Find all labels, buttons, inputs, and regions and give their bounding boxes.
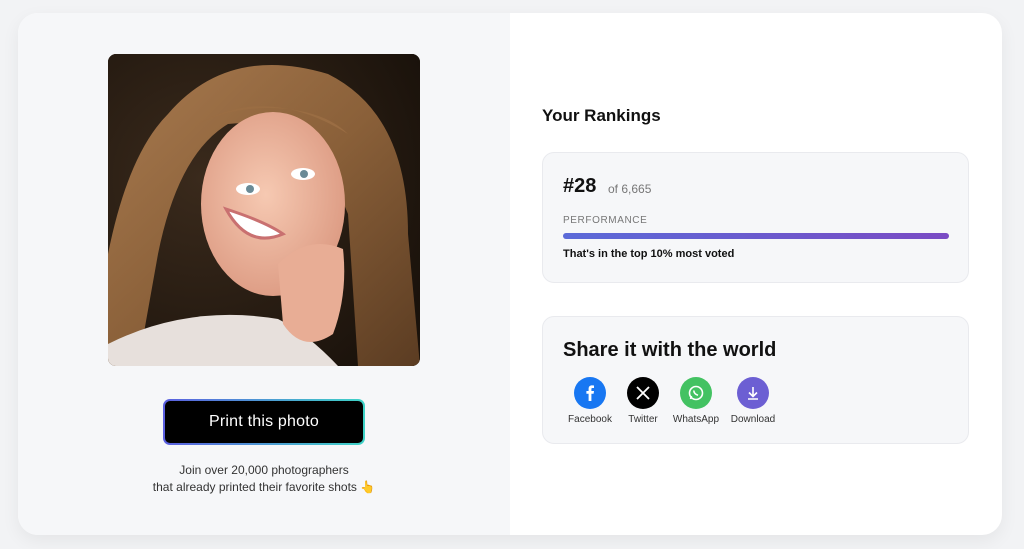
facebook-icon[interactable] <box>574 377 606 409</box>
rank-number: #28 <box>563 175 597 197</box>
share-facebook[interactable]: Facebook <box>560 377 620 425</box>
share-label-facebook: Facebook <box>568 414 612 425</box>
performance-bar-fill <box>563 233 949 239</box>
rankings-title: Your Rankings <box>542 106 661 125</box>
rank-total: of 6,665 <box>608 182 652 196</box>
download-icon[interactable] <box>737 377 769 409</box>
print-photo-button[interactable]: Print this photo <box>163 399 365 445</box>
join-text-line1: Join over 20,000 photographers <box>179 463 349 477</box>
performance-label: PERFORMANCE <box>563 215 648 226</box>
photo <box>108 54 420 366</box>
performance-bar <box>563 233 949 239</box>
performance-summary: That's in the top 10% most voted <box>563 248 735 260</box>
share-label-download: Download <box>730 414 776 425</box>
whatsapp-icon[interactable] <box>680 377 712 409</box>
join-text-line2: that already printed their favorite shot… <box>152 480 376 494</box>
join-text: Join over 20,000 photographers that alre… <box>108 462 420 496</box>
share-label-twitter: Twitter <box>628 414 658 425</box>
ranking-card: #28 of 6,665 PERFORMANCE That's in the t… <box>542 152 969 283</box>
photo-pane: Print this photo Join over 20,000 photog… <box>18 13 510 535</box>
share-twitter[interactable]: Twitter <box>613 377 673 425</box>
share-title: Share it with the world <box>563 339 777 361</box>
share-card: Share it with the world Facebook Twitter… <box>542 316 969 444</box>
share-download[interactable]: Download <box>723 377 783 425</box>
x-twitter-icon[interactable] <box>627 377 659 409</box>
share-label-whatsapp: WhatsApp <box>672 414 720 425</box>
share-whatsapp[interactable]: WhatsApp <box>666 377 726 425</box>
result-card: Print this photo Join over 20,000 photog… <box>18 13 1002 535</box>
portrait-image <box>108 54 420 366</box>
